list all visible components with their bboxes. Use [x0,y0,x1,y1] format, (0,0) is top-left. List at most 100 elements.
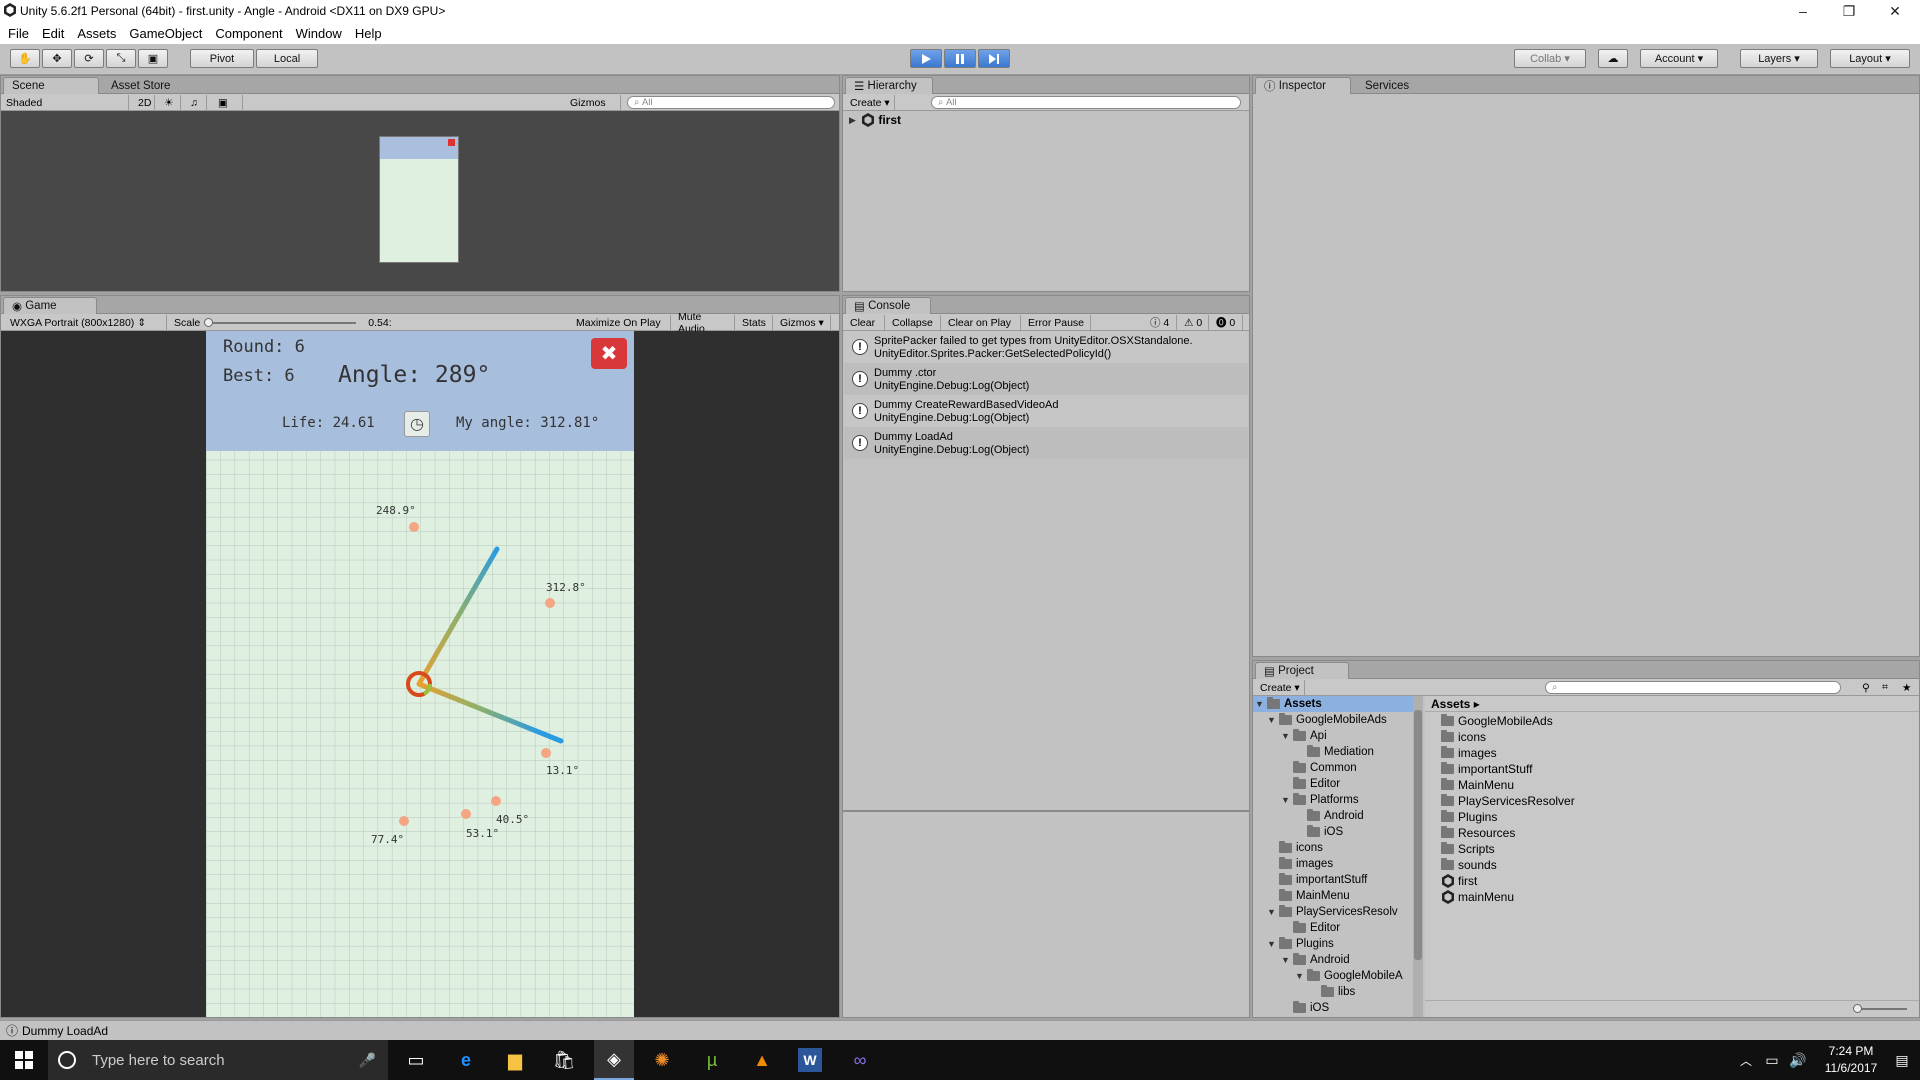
tree-node[interactable]: Editor [1281,920,1340,936]
tree-node[interactable]: iOS [1281,1000,1329,1016]
expand-arrow-icon[interactable]: ▼ [1267,939,1279,949]
game-gizmos-dropdown[interactable]: Gizmos ▾ [775,315,831,330]
resolution-dropdown[interactable]: WXGA Portrait (800x1280) ⇕ [5,315,167,330]
console-clear-on-play-toggle[interactable]: Clear on Play [943,315,1021,330]
scale-slider-handle[interactable] [204,317,214,327]
asset-item[interactable]: icons [1441,729,1486,745]
tree-node[interactable]: ▼ Plugins [1267,936,1334,952]
tree-node[interactable]: images [1267,856,1333,872]
expand-arrow-icon[interactable]: ▼ [1255,699,1267,709]
microphone-icon[interactable]: 🎤 [359,1052,376,1069]
tree-node[interactable]: Android [1295,808,1364,824]
game-screen[interactable]: 248.9° 312.8° 13.1° 40.5° 53.1° 77.4° Ro… [206,331,634,1017]
tree-node[interactable]: ▼ Api [1281,728,1327,744]
tree-node[interactable]: ▼ Assets [1255,696,1322,712]
asset-item[interactable]: MainMenu [1441,777,1514,793]
menu-assets[interactable]: Assets [77,26,116,41]
hierarchy-create-button[interactable]: Create ▾ [845,95,895,110]
expand-arrow-icon[interactable]: ▶ [849,115,861,126]
tree-node[interactable]: iOS [1295,824,1343,840]
tree-scrollbar-thumb[interactable] [1414,710,1422,960]
file-explorer-icon[interactable]: ▆ [503,1048,527,1072]
collab-button[interactable]: Collab ▾ [1514,49,1586,68]
expand-arrow-icon[interactable]: ▼ [1281,795,1293,805]
store-icon[interactable]: 🛍 [552,1048,576,1072]
pivot-button[interactable]: Pivot [190,49,254,68]
maximize-on-play-toggle[interactable]: Maximize On Play [571,315,671,330]
asset-item[interactable]: GoogleMobileAds [1441,713,1553,729]
tree-node[interactable]: libs [1309,984,1355,1000]
tab-project[interactable]: ▤ Project [1255,662,1349,679]
image-effects-icon[interactable]: ▣ [213,95,243,110]
console-entry[interactable]: ! Dummy .ctor UnityEngine.Debug:Log(Object… [844,363,1248,395]
tab-inspector[interactable]: ⓘ Inspector [1255,77,1351,94]
stats-toggle[interactable]: Stats [737,315,773,330]
icon-size-slider[interactable] [1853,1004,1907,1013]
status-bar[interactable]: ⓘ Dummy LoadAd [0,1020,1920,1040]
asset-item[interactable]: Scripts [1441,841,1495,857]
tree-node[interactable]: Mediation [1295,744,1374,760]
asset-item[interactable]: sounds [1441,857,1497,873]
taskbar-search-box[interactable]: Type here to search 🎤 [48,1040,388,1080]
menu-edit[interactable]: Edit [42,26,64,41]
app-orange-icon[interactable]: ✺ [650,1048,674,1072]
asset-item[interactable]: Resources [1441,825,1515,841]
rect-tool-icon[interactable]: ▣ [138,49,168,68]
local-button[interactable]: Local [256,49,318,68]
tree-scrollbar[interactable] [1413,696,1423,1017]
taskbar-clock[interactable]: 7:24 PM 11/6/2017 [1816,1043,1886,1077]
shading-dropdown[interactable]: Shaded [1,95,129,110]
tab-hierarchy[interactable]: ☰ Hierarchy [845,77,933,94]
icon-size-slider-handle[interactable] [1853,1004,1862,1013]
tree-node[interactable]: importantStuff [1267,872,1367,888]
menu-window[interactable]: Window [296,26,342,41]
close-game-icon[interactable]: ✖ [591,338,627,369]
rotate-tool-icon[interactable]: ⟳ [74,49,104,68]
edge-browser-icon[interactable]: e [454,1048,478,1072]
tree-node[interactable]: MainMenu [1267,888,1350,904]
tab-asset-store[interactable]: Asset Store [103,77,178,94]
cloud-icon[interactable]: ☁ [1598,49,1628,68]
tab-services[interactable]: Services [1357,77,1417,94]
tree-node[interactable]: ▼ PlayServicesResolv [1267,904,1398,920]
minimize-button[interactable]: – [1780,0,1826,22]
log-count-toggle[interactable]: ⓘ 4 [1145,315,1177,330]
menu-gameobject[interactable]: GameObject [129,26,202,41]
utorrent-icon[interactable]: µ [700,1048,724,1072]
tree-node[interactable]: Editor [1281,776,1340,792]
audio-toggle-icon[interactable]: ♫ [185,95,207,110]
hand-tool-icon[interactable]: ✋ [10,49,40,68]
search-by-label-icon[interactable]: ⌗ [1877,680,1895,695]
scale-slider[interactable] [204,317,357,327]
unity-taskbar-icon[interactable]: ◈ [594,1040,634,1080]
maximize-button[interactable]: ❐ [1826,0,1872,22]
windows-start-icon[interactable] [12,1048,36,1072]
tray-chevron-icon[interactable]: ︿ [1734,1048,1758,1072]
asset-item[interactable]: Plugins [1441,809,1497,825]
search-by-type-icon[interactable]: ⚲ [1857,680,1875,695]
asset-item[interactable]: PlayServicesResolver [1441,793,1575,809]
project-breadcrumb[interactable]: Assets ▸ [1425,696,1919,712]
console-entry[interactable]: ! Dummy CreateRewardBasedVideoAd UnityEngi… [844,395,1248,427]
tree-node[interactable]: Common [1281,760,1357,776]
console-entry[interactable]: ! SpritePacker failed to get types from U… [844,331,1248,363]
tab-scene[interactable]: Scene [3,77,99,94]
console-error-pause-toggle[interactable]: Error Pause [1023,315,1091,330]
scene-gizmos-dropdown[interactable]: Gizmos [565,95,621,110]
vlc-icon[interactable]: ▲ [750,1048,774,1072]
close-button[interactable]: ✕ [1872,0,1918,22]
visual-studio-icon[interactable]: ∞ [848,1048,872,1072]
light-toggle-icon[interactable]: ☀ [159,95,181,110]
expand-arrow-icon[interactable]: ▼ [1267,715,1279,725]
expand-arrow-icon[interactable]: ▼ [1281,731,1293,741]
console-clear-button[interactable]: Clear [845,315,885,330]
layout-button[interactable]: Layout ▾ [1830,49,1910,68]
tree-node[interactable]: ▼ GoogleMobileAds [1267,712,1387,728]
account-button[interactable]: Account ▾ [1640,49,1718,68]
pause-button[interactable] [944,49,976,68]
tree-node[interactable]: ▼ Platforms [1281,792,1359,808]
layers-button[interactable]: Layers ▾ [1740,49,1818,68]
scene-search-input[interactable]: ⌕ All [627,96,835,109]
tree-node[interactable]: icons [1267,840,1323,856]
step-button[interactable] [978,49,1010,68]
